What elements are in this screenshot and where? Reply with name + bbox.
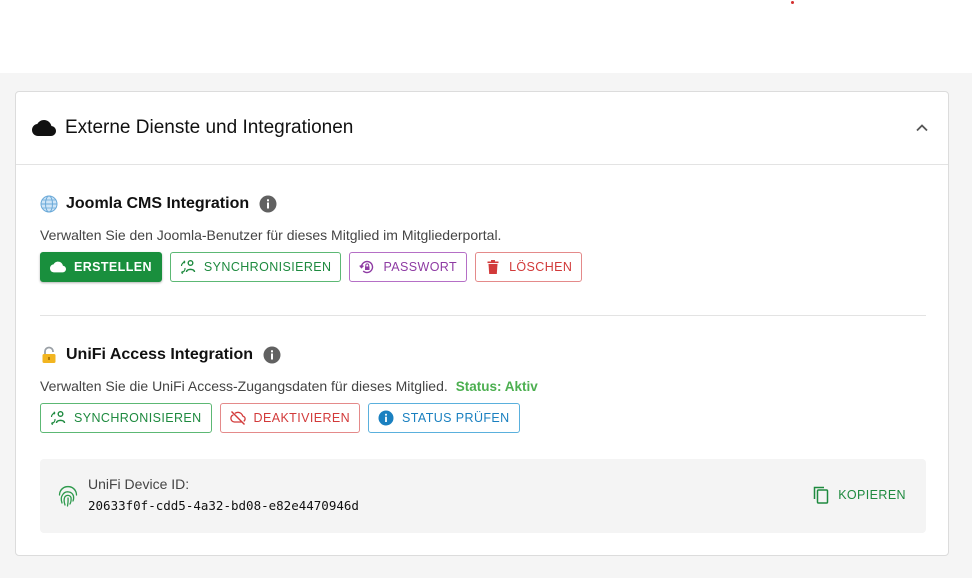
sync-button[interactable]: SYNCHRONISIEREN [169, 252, 342, 282]
create-button-label: ERSTELLEN [74, 260, 152, 274]
joomla-description: Verwalten Sie den Joomla-Benutzer für di… [40, 227, 502, 243]
sync-user-icon [50, 411, 66, 426]
top-bar [0, 0, 972, 73]
joomla-title: Joomla CMS Integration [66, 195, 250, 212]
globe-icon [40, 195, 58, 213]
info-icon [378, 410, 394, 426]
indicator-dot [791, 1, 794, 4]
info-icon[interactable] [259, 195, 277, 213]
copy-icon [813, 486, 829, 504]
delete-button-label: LÖSCHEN [509, 260, 573, 274]
check-status-button-label: STATUS PRÜFEN [402, 411, 510, 425]
sync-button-label: SYNCHRONISIEREN [203, 260, 332, 274]
check-status-button[interactable]: STATUS PRÜFEN [368, 403, 520, 433]
unifi-sync-button[interactable]: SYNCHRONISIEREN [40, 403, 212, 433]
password-button-label: PASSWORT [383, 260, 458, 274]
unifi-title: UniFi Access Integration [66, 346, 253, 363]
trash-icon [487, 260, 499, 274]
integrations-card: Externe Dienste und Integrationen Joomla… [15, 91, 949, 556]
cloud-off-icon [229, 411, 246, 425]
fingerprint-icon [58, 485, 78, 507]
status-badge: Status: Aktiv [455, 378, 538, 394]
device-id-value: 20633f0f-cdd5-4a32-bd08-e82e4470946d [88, 498, 359, 513]
unifi-section: UniFi Access Integration Verwalten Sie d… [40, 343, 926, 433]
device-id-box: UniFi Device ID: 20633f0f-cdd5-4a32-bd08… [40, 459, 926, 533]
unifi-sync-button-label: SYNCHRONISIEREN [74, 411, 202, 425]
create-button[interactable]: ERSTELLEN [40, 252, 162, 282]
card-title: Externe Dienste und Integrationen [65, 117, 354, 138]
cloud-icon [32, 120, 56, 136]
unifi-description-row: Verwalten Sie die UniFi Access-Zugangsda… [40, 376, 926, 396]
device-id-label: UniFi Device ID: [88, 476, 190, 492]
password-reset-icon [359, 260, 374, 274]
lock-icon [42, 346, 56, 363]
password-button[interactable]: PASSWORT [349, 252, 468, 282]
joomla-section: Joomla CMS Integration Verwalten Sie den… [40, 192, 926, 282]
unifi-description: Verwalten Sie die UniFi Access-Zugangsda… [40, 378, 448, 394]
sync-user-icon [180, 260, 196, 275]
section-divider [40, 315, 926, 316]
deactivate-button-label: DEAKTIVIEREN [253, 411, 351, 425]
card-header[interactable]: Externe Dienste und Integrationen [16, 92, 948, 165]
copy-button-label: KOPIEREN [838, 488, 906, 502]
chevron-up-icon[interactable] [914, 120, 930, 136]
delete-button[interactable]: LÖSCHEN [475, 252, 583, 282]
copy-button[interactable]: KOPIEREN [813, 486, 906, 504]
info-icon[interactable] [263, 346, 281, 364]
deactivate-button[interactable]: DEAKTIVIEREN [219, 403, 361, 433]
cloud-icon [50, 261, 66, 273]
